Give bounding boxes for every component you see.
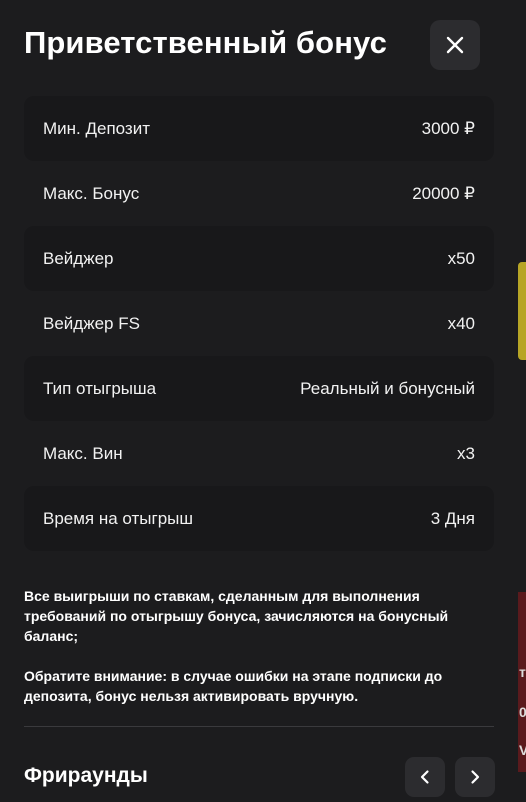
- bonus-modal: Приветственный бонус Мин. Депозит 3000 ₽…: [0, 0, 518, 802]
- detail-value: x50: [447, 248, 475, 268]
- detail-label: Макс. Бонус: [43, 183, 140, 203]
- detail-row-wager: Вейджер x50: [24, 226, 494, 291]
- close-button[interactable]: [430, 20, 480, 70]
- background-banner-yellow: [518, 262, 526, 360]
- detail-label: Время на отыгрыш: [43, 508, 194, 528]
- note-warning: Обратите внимание: в случае ошибки на эт…: [24, 668, 443, 704]
- background-banner-red: т 0( V: [518, 592, 526, 772]
- background-text: V: [519, 742, 526, 758]
- detail-value: Реальный и бонусный: [300, 378, 475, 398]
- bonus-notes: Все выигрыши по ставкам, сделанным для в…: [24, 586, 484, 706]
- detail-row-wager-time: Время на отыгрыш 3 Дня: [24, 486, 494, 551]
- modal-header: Приветственный бонус: [24, 20, 480, 70]
- detail-row-max-bonus: Макс. Бонус 20000 ₽: [24, 161, 494, 226]
- background-text: т: [519, 664, 526, 680]
- carousel-next-button[interactable]: [455, 757, 495, 797]
- detail-value: 20000 ₽: [412, 183, 475, 203]
- freespins-title: Фрираунды: [24, 764, 148, 787]
- carousel-prev-button[interactable]: [405, 757, 445, 797]
- detail-label: Вейджер: [43, 248, 114, 268]
- chevron-left-icon: [420, 770, 429, 784]
- close-icon: [446, 36, 464, 54]
- bonus-details-list: Мин. Депозит 3000 ₽ Макс. Бонус 20000 ₽ …: [24, 96, 494, 551]
- divider: [24, 726, 494, 727]
- detail-label: Мин. Депозит: [43, 118, 151, 138]
- detail-row-max-win: Макс. Вин x3: [24, 421, 494, 486]
- detail-value: x40: [447, 313, 475, 333]
- detail-label: Макс. Вин: [43, 443, 123, 463]
- detail-value: 3000 ₽: [421, 118, 475, 138]
- detail-row-min-deposit: Мин. Депозит 3000 ₽: [24, 96, 494, 161]
- detail-label: Тип отыгрыша: [43, 378, 157, 398]
- note-winnings: Все выигрыши по ставкам, сделанным для в…: [24, 588, 449, 644]
- background-text: 0(: [519, 704, 526, 720]
- detail-row-wager-fs: Вейджер FS x40: [24, 291, 494, 356]
- detail-row-wager-type: Тип отыгрыша Реальный и бонусный: [24, 356, 494, 421]
- modal-title: Приветственный бонус: [24, 25, 387, 60]
- detail-value: 3 Дня: [430, 508, 475, 528]
- detail-label: Вейджер FS: [43, 313, 140, 333]
- detail-value: x3: [457, 443, 475, 463]
- chevron-right-icon: [471, 770, 480, 784]
